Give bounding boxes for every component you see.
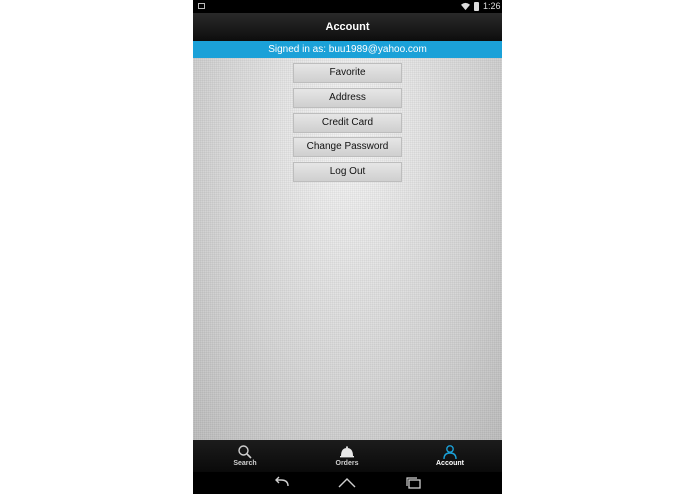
tab-orders-label: Orders [335, 460, 359, 467]
status-bar: 1:26 [193, 0, 502, 13]
tab-search[interactable]: Search [205, 440, 285, 472]
log-out-button[interactable]: Log Out [293, 162, 402, 182]
account-menu-panel: Favorite Address Credit Card Change Pass… [193, 58, 502, 440]
recents-icon[interactable] [404, 475, 424, 491]
phone-screen: 1:26 Account Signed in as: buu1989@yahoo… [193, 0, 502, 494]
status-clock: 1:26 [483, 1, 501, 11]
credit-card-button[interactable]: Credit Card [293, 113, 402, 133]
bottom-tab-bar: Search Orders Account [193, 440, 502, 472]
address-button[interactable]: Address [293, 88, 402, 108]
tab-orders[interactable]: Orders [307, 440, 387, 472]
wifi-icon [461, 2, 470, 11]
person-icon [443, 445, 457, 460]
search-icon [238, 445, 252, 459]
action-bar: Account [193, 13, 502, 41]
page-title: Account [325, 21, 370, 33]
back-icon[interactable] [272, 475, 292, 491]
signed-in-banner: Signed in as: buu1989@yahoo.com [193, 41, 502, 58]
notification-icon [198, 3, 205, 9]
system-navigation-bar [193, 472, 502, 494]
tab-account[interactable]: Account [410, 440, 490, 472]
battery-icon [474, 2, 479, 11]
tab-search-label: Search [233, 460, 257, 467]
change-password-button[interactable]: Change Password [293, 137, 402, 157]
favorite-button[interactable]: Favorite [293, 63, 402, 83]
tab-account-label: Account [436, 460, 464, 467]
cloche-icon [340, 446, 354, 458]
signed-in-text: Signed in as: buu1989@yahoo.com [268, 44, 427, 55]
home-icon[interactable] [337, 475, 357, 491]
